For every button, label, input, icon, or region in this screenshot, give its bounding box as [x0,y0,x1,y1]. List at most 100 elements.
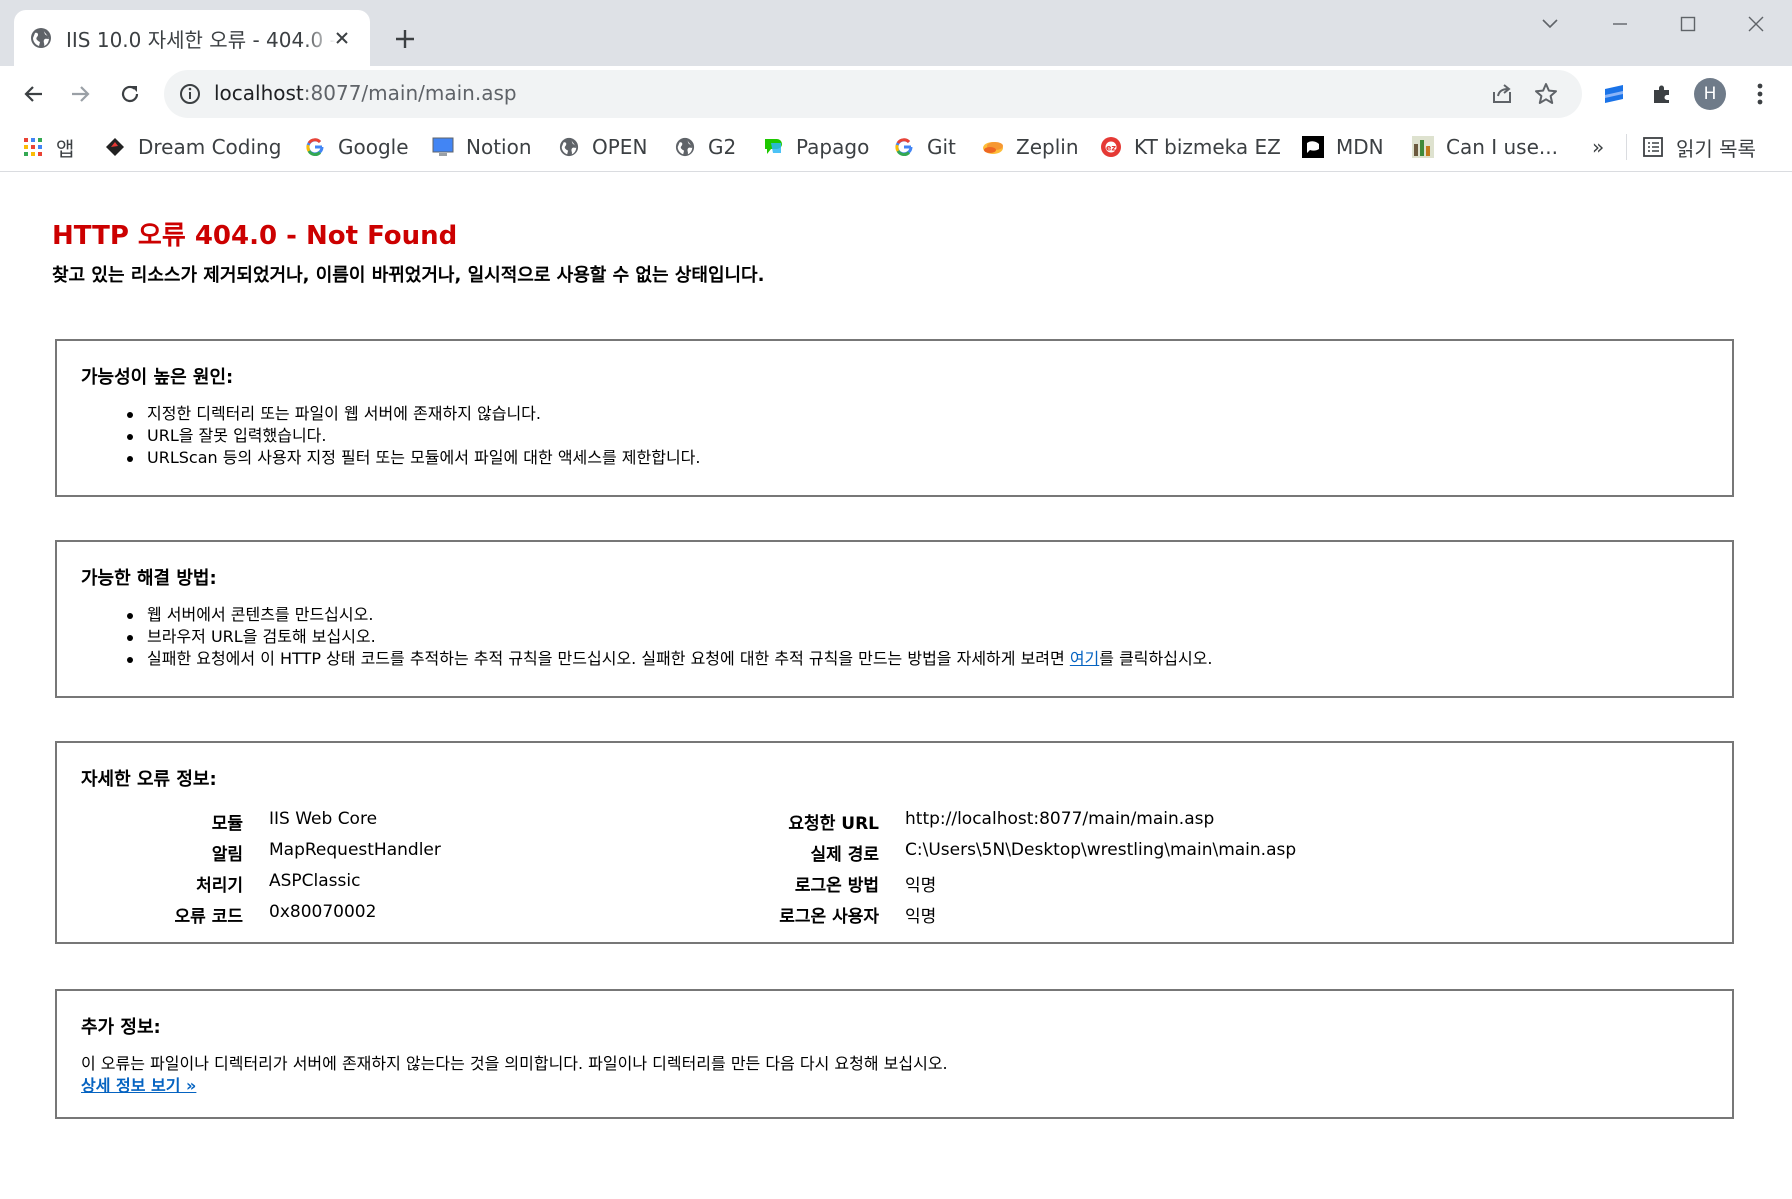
bookmark-mdn[interactable]: MDN [1302,132,1384,162]
reload-button[interactable] [110,74,150,114]
list-item: 웹 서버에서 콘텐츠를 만드십시오. [121,604,1708,626]
bookmark-notion[interactable]: Notion [432,132,532,162]
tab-search-button[interactable] [1520,4,1580,44]
plus-icon [396,30,414,48]
reading-list-icon [1643,137,1663,157]
detail-label: 실제 경로 [810,845,879,865]
maximize-icon [1680,16,1696,32]
detail-value: C:\Users\5N\Desktop\wrestling\main\main.… [905,840,1297,860]
minimize-button[interactable] [1590,4,1650,44]
bookmark-git[interactable]: Git [893,132,956,162]
share-icon[interactable] [1488,80,1516,108]
caniuse-icon [1412,136,1434,158]
svg-text:ez: ez [1106,144,1116,153]
bookmarks-separator [1626,134,1627,160]
solution-text: 실패한 요청에서 이 HTTP 상태 코드를 추적하는 추적 규칙을 만드십시오… [147,649,1070,668]
solutions-list: 웹 서버에서 콘텐츠를 만드십시오. 브라우저 URL을 검토해 보십시오. 실… [121,604,1708,670]
more-vert-icon [1757,83,1763,105]
bookmark-label: Git [927,135,956,159]
list-item: URLScan 등의 사용자 지정 필터 또는 모듈에서 파일에 대한 액세스를… [121,447,1708,469]
bookmark-google[interactable]: Google [304,132,409,162]
more-info-text: 이 오류는 파일이나 디렉터리가 서버에 존재하지 않는다는 것을 의미합니다.… [81,1054,948,1073]
reload-icon [121,85,139,103]
profile-avatar[interactable]: H [1694,78,1726,110]
monitor-icon [432,136,454,158]
causes-list: 지정한 디렉터리 또는 파일이 웹 서버에 존재하지 않습니다. URL을 잘못… [121,403,1708,469]
bookmark-g2[interactable]: G2 [674,132,736,162]
bookmark-star-icon[interactable] [1532,80,1560,108]
detail-row: 로그온 방법 익명 [81,871,1701,896]
bookmark-kt-bizmeka[interactable]: ez KT bizmeka EZ [1100,132,1281,162]
puzzle-icon [1654,85,1669,103]
bookmarks-bar: 앱 Dream Coding Google Notion OPEN G2 Pap… [0,122,1792,172]
here-link[interactable]: 여기 [1070,649,1099,668]
bookmark-label: OPEN [592,135,648,159]
list-item: 브라우저 URL을 검토해 보십시오. [121,626,1708,648]
zeplin-icon [982,136,1004,158]
more-info-link[interactable]: 상세 정보 보기 » [81,1076,196,1095]
menu-button[interactable] [1742,76,1778,112]
bookmark-label: MDN [1336,135,1384,159]
back-arrow-icon [24,86,42,102]
url-host: localhost [214,81,304,105]
bookmarks-overflow-button[interactable]: » [1592,135,1604,159]
details-grid: 모듈 IIS Web Core 알림 MapRequestHandler 처리기… [81,805,1708,927]
bookmark-zeplin[interactable]: Zeplin [982,132,1079,162]
detail-value: 익명 [905,907,937,927]
more-info-heading: 추가 정보: [81,1017,161,1038]
bookmark-label: Can I use... [1446,135,1558,159]
bookmark-apps[interactable]: 앱 [22,132,74,162]
google-icon [304,136,326,158]
bookmark-dream-coding[interactable]: Dream Coding [104,132,281,162]
bookmark-label: Google [338,135,409,159]
maximize-button[interactable] [1658,4,1718,44]
detail-value: 익명 [905,876,937,896]
tab-title: IIS 10.0 자세한 오류 - 404.0 - Not Found [66,27,336,52]
bookmark-label: Dream Coding [138,135,282,159]
apps-grid-icon [22,136,44,158]
detail-label: 요청한 URL [788,814,879,834]
bookmark-label: KT bizmeka EZ [1134,135,1281,159]
detail-label: 로그온 사용자 [779,907,879,927]
close-icon [1748,16,1764,32]
back-button[interactable] [14,74,54,114]
close-window-button[interactable] [1726,4,1786,44]
page-content: HTTP 오류 404.0 - Not Found 찾고 있는 리소스가 제거되… [0,173,1792,1199]
reading-list-label: 읽기 목록 [1676,136,1756,161]
detail-row: 실제 경로 C:\Users\5N\Desktop\wrestling\main… [81,840,1701,865]
error-subtitle: 찾고 있는 리소스가 제거되었거나, 이름이 바뀌었거나, 일시적으로 사용할 … [52,265,765,286]
error-title: HTTP 오류 404.0 - Not Found [52,221,458,251]
chevron-down-icon [1542,19,1558,29]
detail-row: 로그온 사용자 익명 [81,902,1701,927]
bookmark-can-i-use[interactable]: Can I use... [1412,132,1558,162]
bookmark-label: G2 [708,135,737,159]
tab-active[interactable]: IIS 10.0 자세한 오류 - 404.0 - Not Found [14,10,370,66]
bookmark-label: 앱 [56,136,75,161]
info-icon[interactable] [178,82,202,106]
minimize-icon [1613,23,1627,25]
extensions-button[interactable] [1644,76,1680,112]
bookmark-open[interactable]: OPEN [558,132,647,162]
globe-icon [31,28,51,48]
tab-strip: IIS 10.0 자세한 오류 - 404.0 - Not Found [0,0,1792,66]
papago-icon [762,136,784,158]
reading-list-button[interactable]: 읽기 목록 [1642,132,1756,162]
detail-value: http://localhost:8077/main/main.asp [905,809,1215,829]
solutions-heading: 가능한 해결 방법: [81,568,217,589]
extension-button[interactable] [1596,76,1632,112]
bookmark-label: Notion [466,135,532,159]
close-icon[interactable] [328,24,356,52]
list-item: URL을 잘못 입력했습니다. [121,425,1708,447]
globe-icon [558,136,580,158]
causes-heading: 가능성이 높은 원인: [81,367,234,388]
bookmark-papago[interactable]: Papago [762,132,869,162]
solutions-box: 가능한 해결 방법: 웹 서버에서 콘텐츠를 만드십시오. 브라우저 URL을 … [55,540,1734,698]
mdn-icon [1302,136,1324,158]
forward-button[interactable] [60,74,100,114]
address-bar[interactable]: localhost:8077/main/main.asp [164,70,1582,118]
url-text[interactable]: localhost:8077/main/main.asp [214,81,517,105]
google-icon [893,136,915,158]
new-tab-button[interactable] [388,22,422,56]
solution-text: 를 클릭하십시오. [1099,649,1213,668]
globe-icon [674,136,696,158]
